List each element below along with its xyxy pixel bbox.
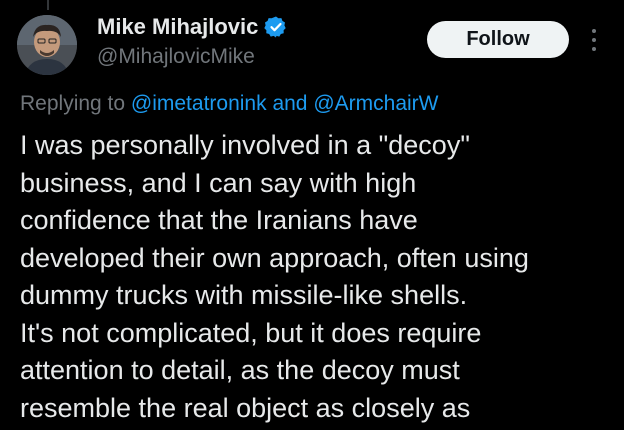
- tweet-line: It's not complicated, but it does requir…: [20, 317, 482, 348]
- avatar-image: [17, 15, 77, 75]
- tweet-line: I was personally involved in a "decoy": [20, 130, 470, 160]
- replying-to-prefix: Replying to: [20, 92, 126, 115]
- tweet-line: confidence that the Iranians have: [20, 205, 418, 235]
- tweet-line: dummy trucks with missile-like shells.: [20, 280, 468, 310]
- tweet-line: developed their own approach, often usin…: [20, 242, 529, 273]
- more-dot: [592, 38, 596, 42]
- author-display-name[interactable]: Mike Mihajlovic: [97, 14, 288, 40]
- thread-connector-line: [47, 0, 49, 10]
- tweet-line: business, and I can say with high: [20, 167, 417, 198]
- author-name-text: Mike Mihajlovic: [97, 14, 259, 39]
- more-vertical-icon[interactable]: [586, 27, 602, 53]
- tweet-line: resemble the real object as closely as: [20, 392, 471, 423]
- more-dot: [592, 29, 596, 33]
- replying-to-context: Replying to @imetatronink and @ArmchairW: [20, 92, 439, 116]
- replying-to-conjunction: and: [272, 92, 308, 115]
- verified-badge-icon: [264, 15, 288, 39]
- mention-link-imetatronink[interactable]: @imetatronink: [131, 92, 267, 115]
- follow-button[interactable]: Follow: [427, 21, 569, 58]
- tweet-line: attention to detail, as the decoy must: [20, 355, 460, 385]
- mention-link-armchairw[interactable]: @ArmchairW: [313, 92, 438, 115]
- tweet-body: I was personally involved in a "decoy" b…: [20, 127, 620, 427]
- more-dot: [592, 47, 596, 51]
- author-handle[interactable]: @MihajlovicMike: [97, 45, 255, 69]
- avatar[interactable]: [17, 15, 77, 75]
